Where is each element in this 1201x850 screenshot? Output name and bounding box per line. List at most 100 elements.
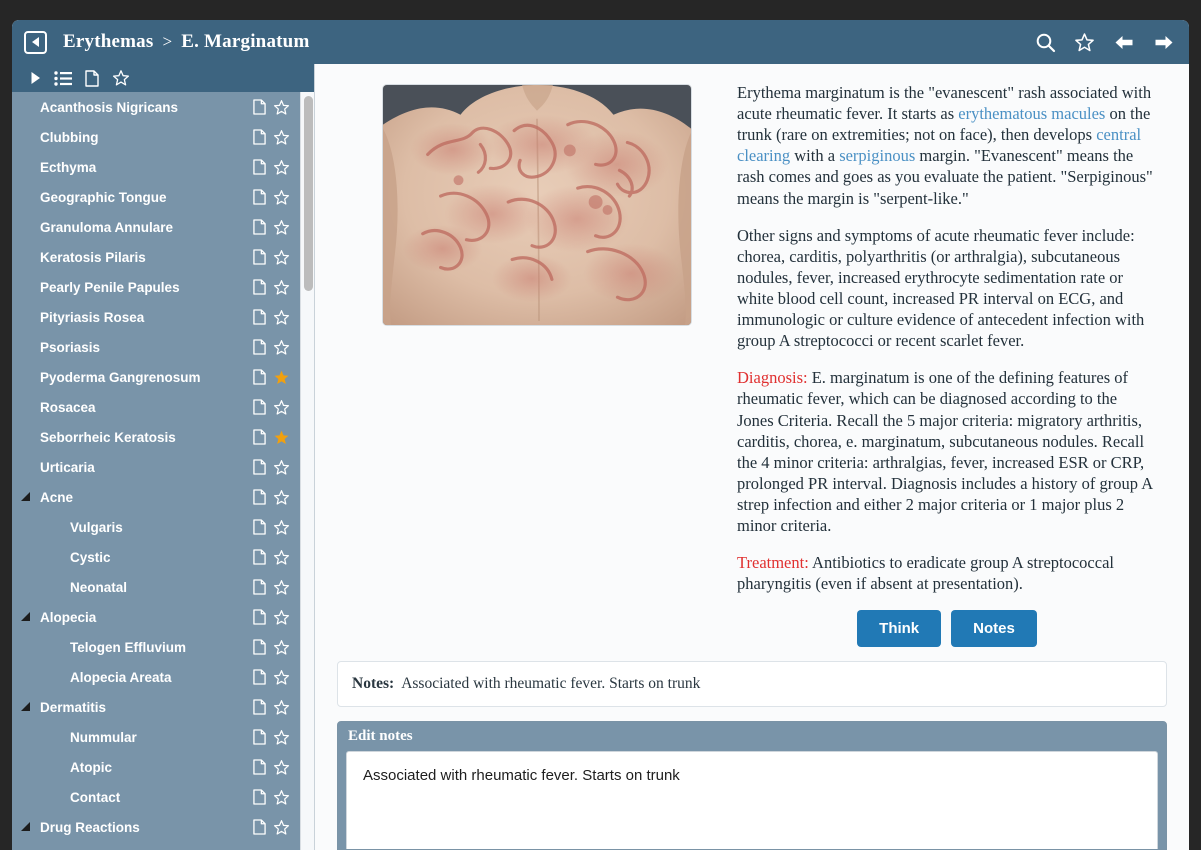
sidebar-item-neonatal[interactable]: Neonatal — [12, 572, 300, 602]
star-filled-icon[interactable] — [273, 429, 290, 446]
document-icon[interactable] — [253, 129, 266, 145]
document-icon[interactable] — [253, 729, 266, 745]
sidebar-item-dermatitis[interactable]: Dermatitis — [12, 692, 300, 722]
document-icon[interactable] — [253, 519, 266, 535]
collapse-triangle-icon[interactable] — [20, 702, 32, 712]
think-button[interactable]: Think — [857, 610, 942, 648]
star-icon[interactable] — [273, 519, 290, 536]
document-icon[interactable] — [253, 789, 266, 805]
document-icon[interactable] — [253, 759, 266, 775]
sidebar-scroll-content: Acanthosis Nigricans Clubbing Ecthyma Geogr… — [12, 92, 300, 850]
document-icon[interactable] — [253, 699, 266, 715]
document-icon[interactable] — [253, 549, 266, 565]
clinical-photo[interactable] — [382, 84, 692, 326]
star-icon[interactable] — [273, 309, 290, 326]
star-icon[interactable] — [273, 189, 290, 206]
star-icon[interactable] — [273, 549, 290, 566]
sidebar-item-label: Geographic Tongue — [40, 189, 167, 205]
star-icon[interactable] — [273, 219, 290, 236]
sidebar-item-pearly-penile-papules[interactable]: Pearly Penile Papules — [12, 272, 300, 302]
star-icon[interactable] — [273, 459, 290, 476]
arrow-right-icon[interactable] — [1153, 33, 1175, 52]
notes-button[interactable]: Notes — [951, 610, 1037, 648]
link-serpiginous[interactable]: serpiginous — [839, 146, 915, 165]
star-icon[interactable] — [273, 609, 290, 626]
document-icon[interactable] — [253, 819, 266, 835]
star-icon[interactable] — [273, 129, 290, 146]
document-icon[interactable] — [253, 639, 266, 655]
edit-notes-body[interactable] — [346, 751, 1158, 849]
document-icon[interactable] — [253, 579, 266, 595]
star-icon[interactable] — [273, 639, 290, 656]
sidebar-item-telogen-effluvium[interactable]: Telogen Effluvium — [12, 632, 300, 662]
sidebar-item-pyoderma-gangrenosum[interactable]: Pyoderma Gangrenosum — [12, 362, 300, 392]
back-arrow-boxed-icon[interactable] — [24, 30, 47, 54]
collapse-triangle-icon[interactable] — [20, 822, 32, 832]
star-icon[interactable] — [273, 789, 290, 806]
document-icon[interactable] — [253, 189, 266, 205]
sidebar-item-acne[interactable]: Acne — [12, 482, 300, 512]
document-icon[interactable] — [253, 99, 266, 115]
breadcrumb-parent[interactable]: Erythemas — [63, 31, 153, 53]
star-filled-icon[interactable] — [273, 369, 290, 386]
star-icon[interactable] — [273, 759, 290, 776]
collapse-triangle-icon[interactable] — [20, 492, 32, 502]
expand-triangle-icon[interactable] — [30, 71, 41, 85]
sidebar-item-alopecia[interactable]: Alopecia — [12, 602, 300, 632]
document-icon[interactable] — [253, 399, 266, 415]
link-erythematous-macules[interactable]: erythematous macules — [958, 104, 1105, 123]
star-icon[interactable] — [273, 399, 290, 416]
list-icon[interactable] — [54, 70, 72, 86]
document-icon[interactable] — [253, 609, 266, 625]
document-icon[interactable] — [253, 219, 266, 235]
document-icon[interactable] — [253, 429, 266, 445]
sidebar-scrollbar[interactable] — [300, 92, 314, 850]
star-icon[interactable] — [273, 819, 290, 836]
document-icon[interactable] — [253, 279, 266, 295]
sidebar-item-clubbing[interactable]: Clubbing — [12, 122, 300, 152]
sidebar-item-geographic-tongue[interactable]: Geographic Tongue — [12, 182, 300, 212]
star-icon[interactable] — [273, 489, 290, 506]
document-icon[interactable] — [253, 339, 266, 355]
sidebar-item-cystic[interactable]: Cystic — [12, 542, 300, 572]
star-icon[interactable] — [273, 339, 290, 356]
sidebar-item-psoriasis[interactable]: Psoriasis — [12, 332, 300, 362]
star-icon[interactable] — [1074, 32, 1095, 53]
collapse-triangle-icon[interactable] — [20, 612, 32, 622]
star-icon[interactable] — [273, 279, 290, 296]
edit-notes-textarea[interactable] — [361, 764, 1143, 837]
sidebar-item-contact[interactable]: Contact — [12, 782, 300, 812]
sidebar-item-keratosis-pilaris[interactable]: Keratosis Pilaris — [12, 242, 300, 272]
star-icon[interactable] — [273, 669, 290, 686]
arrow-left-icon[interactable] — [1113, 33, 1135, 52]
star-icon[interactable] — [273, 249, 290, 266]
document-icon[interactable] — [253, 309, 266, 325]
sidebar-item-acanthosis-nigricans[interactable]: Acanthosis Nigricans — [12, 92, 300, 122]
document-icon[interactable] — [253, 249, 266, 265]
document-icon[interactable] — [253, 369, 266, 385]
sidebar-item-alopecia-areata[interactable]: Alopecia Areata — [12, 662, 300, 692]
sidebar-item-vulgaris[interactable]: Vulgaris — [12, 512, 300, 542]
document-icon[interactable] — [253, 489, 266, 505]
document-icon[interactable] — [253, 669, 266, 685]
document-icon[interactable] — [85, 69, 99, 87]
star-icon[interactable] — [273, 729, 290, 746]
sidebar-item-atopic[interactable]: Atopic — [12, 752, 300, 782]
search-icon[interactable] — [1035, 32, 1056, 53]
sidebar-item-rosacea[interactable]: Rosacea — [12, 392, 300, 422]
sidebar-item-pityriasis-rosea[interactable]: Pityriasis Rosea — [12, 302, 300, 332]
sidebar-item-seborrheic-keratosis[interactable]: Seborrheic Keratosis — [12, 422, 300, 452]
sidebar-item-nummular[interactable]: Nummular — [12, 722, 300, 752]
star-icon[interactable] — [273, 159, 290, 176]
star-icon[interactable] — [273, 699, 290, 716]
sidebar-item-granuloma-annulare[interactable]: Granuloma Annulare — [12, 212, 300, 242]
star-icon[interactable] — [273, 99, 290, 116]
sidebar-item-ecthyma[interactable]: Ecthyma — [12, 152, 300, 182]
star-icon[interactable] — [112, 69, 130, 87]
sidebar-item-urticaria[interactable]: Urticaria — [12, 452, 300, 482]
document-icon[interactable] — [253, 459, 266, 475]
sidebar-scrollbar-thumb[interactable] — [304, 96, 313, 291]
sidebar-item-drug-reactions[interactable]: Drug Reactions — [12, 812, 300, 842]
document-icon[interactable] — [253, 159, 266, 175]
star-icon[interactable] — [273, 579, 290, 596]
